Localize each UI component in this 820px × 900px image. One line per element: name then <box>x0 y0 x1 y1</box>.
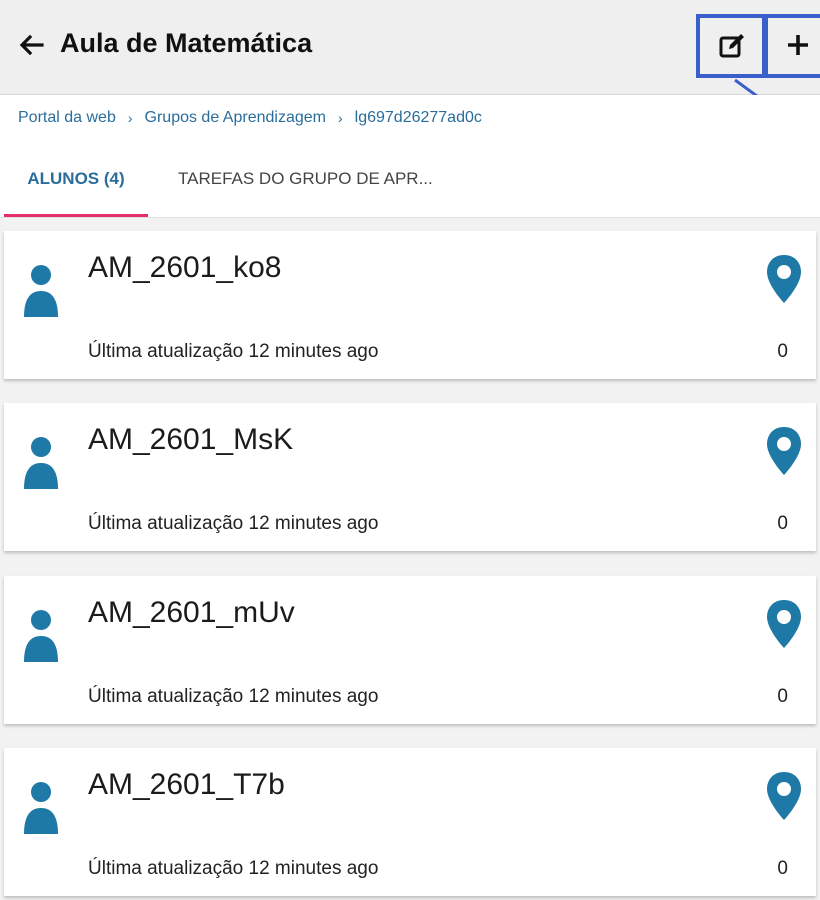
user-avatar-icon <box>24 265 58 317</box>
location-pin-icon[interactable] <box>764 253 804 305</box>
edit-icon <box>719 34 744 58</box>
breadcrumb-separator: › <box>337 110 343 126</box>
student-name: AM_2601_T7b <box>88 768 285 801</box>
back-button[interactable] <box>14 28 48 62</box>
student-name: AM_2601_ko8 <box>88 251 282 284</box>
last-updated-text: Última atualização 12 minutes ago <box>88 341 379 362</box>
location-pin-icon[interactable] <box>764 598 804 650</box>
student-count: 0 <box>777 341 788 362</box>
app-header: Aula de Matemática <box>0 0 820 95</box>
user-avatar-icon <box>24 610 58 662</box>
breadcrumb-item-learning-groups[interactable]: Grupos de Aprendizagem <box>145 109 326 127</box>
student-name: AM_2601_mUv <box>88 596 295 629</box>
breadcrumb-item-web-portal[interactable]: Portal da web <box>18 109 116 127</box>
student-card[interactable]: AM_2601_mUv Última atualização 12 minute… <box>4 576 816 724</box>
student-name: AM_2601_MsK <box>88 423 294 456</box>
user-avatar-icon <box>24 782 58 834</box>
student-card[interactable]: AM_2601_MsK Última atualização 12 minute… <box>4 403 816 551</box>
learning-group-page: Aula de Matemática Portal da web › Grupo… <box>0 0 820 900</box>
location-pin-icon[interactable] <box>764 770 804 822</box>
student-count: 0 <box>777 686 788 707</box>
location-pin-icon[interactable] <box>764 425 804 477</box>
page-title: Aula de Matemática <box>60 28 313 58</box>
user-avatar-icon <box>24 437 58 489</box>
breadcrumb-separator: › <box>127 110 133 126</box>
edit-button[interactable] <box>716 30 748 62</box>
student-card[interactable]: AM_2601_ko8 Última atualização 12 minute… <box>4 231 816 379</box>
student-card[interactable]: AM_2601_T7b Última atualização 12 minute… <box>4 748 816 896</box>
tab-group-tasks[interactable]: TAREFAS DO GRUPO DE APR... <box>168 141 468 217</box>
add-button[interactable] <box>782 28 814 62</box>
last-updated-text: Última atualização 12 minutes ago <box>88 858 379 879</box>
tab-bar: ALUNOS (4) TAREFAS DO GRUPO DE APR... <box>0 141 820 218</box>
breadcrumb-item-group-id[interactable]: lg697d26277ad0c <box>355 109 482 127</box>
arrow-left-icon <box>19 34 44 56</box>
last-updated-text: Última atualização 12 minutes ago <box>88 686 379 707</box>
student-count: 0 <box>777 858 788 879</box>
plus-icon <box>788 35 808 55</box>
last-updated-text: Última atualização 12 minutes ago <box>88 513 379 534</box>
tab-students[interactable]: ALUNOS (4) <box>4 141 148 217</box>
student-count: 0 <box>777 513 788 534</box>
breadcrumb: Portal da web › Grupos de Aprendizagem ›… <box>0 95 820 141</box>
